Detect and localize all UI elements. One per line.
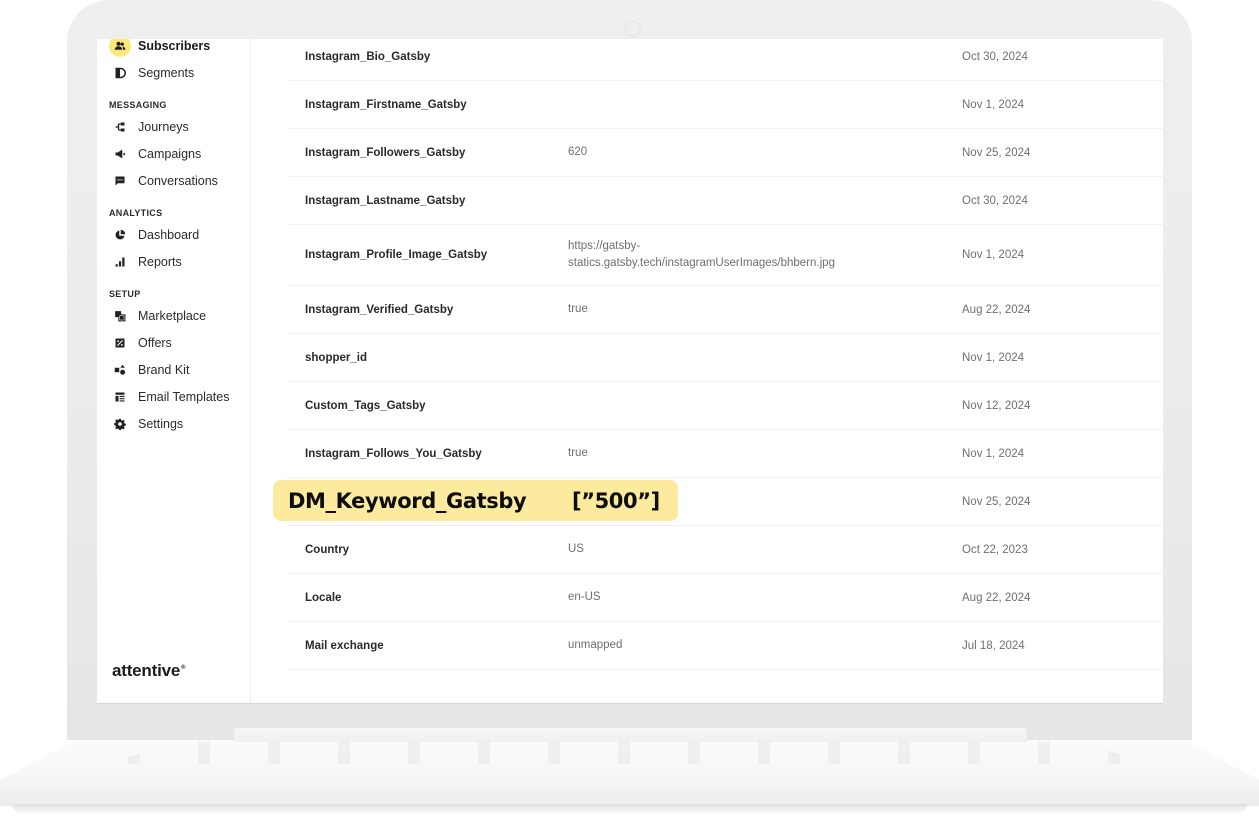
sidebar-item-label: Email Templates bbox=[138, 390, 230, 404]
sidebar-item-settings[interactable]: Settings bbox=[109, 412, 183, 436]
bar-chart-icon bbox=[109, 251, 131, 273]
property-date: Nov 1, 2024 bbox=[962, 249, 1025, 261]
table-row: Instagram_Verified_Gatsby true Aug 22, 2… bbox=[287, 286, 1163, 334]
property-name: Instagram_Verified_Gatsby bbox=[305, 303, 454, 316]
property-name: Custom_Tags_Gatsby bbox=[305, 399, 426, 412]
sidebar-item-label: Offers bbox=[138, 336, 172, 350]
sidebar-item-offers[interactable]: Offers bbox=[109, 331, 172, 355]
laptop-shadow bbox=[12, 804, 1247, 814]
property-value: US bbox=[568, 543, 584, 555]
megaphone-icon bbox=[109, 143, 131, 165]
sidebar-item-dashboard[interactable]: Dashboard bbox=[109, 223, 199, 247]
registered-mark: ® bbox=[181, 665, 186, 672]
value-line-1: https://gatsby- bbox=[568, 240, 641, 252]
property-date: Nov 25, 2024 bbox=[962, 146, 1031, 159]
property-date: Nov 12, 2024 bbox=[962, 399, 1031, 412]
property-value: [”500”] bbox=[572, 488, 660, 513]
property-name: Instagram_Profile_Image_Gatsby bbox=[305, 249, 488, 261]
highlight-callout: DM_Keyword_Gatsby [”500”] bbox=[273, 480, 678, 521]
property-date: Nov 25, 2024 bbox=[962, 495, 1031, 508]
sidebar-item-campaigns[interactable]: Campaigns bbox=[109, 142, 201, 166]
offer-percent-icon bbox=[109, 332, 131, 354]
laptop-keyboard bbox=[100, 742, 1160, 764]
table-row: Mail exchange unmapped Jul 18, 2024 bbox=[287, 622, 1163, 670]
property-value: unmapped bbox=[568, 639, 623, 651]
section-label-setup: SETUP bbox=[109, 289, 141, 299]
sidebar-item-label: Dashboard bbox=[138, 228, 200, 242]
section-label-analytics: ANALYTICS bbox=[109, 208, 163, 218]
chat-icon bbox=[109, 170, 131, 192]
section-label-messaging: MESSAGING bbox=[109, 100, 167, 110]
sidebar: Subscribers Segments MESSAGING Journeys … bbox=[97, 39, 251, 703]
property-name: Instagram_Followers_Gatsby bbox=[305, 146, 466, 159]
table-row: Country US Oct 22, 2023 bbox=[287, 526, 1163, 574]
marketplace-icon bbox=[109, 305, 131, 327]
sidebar-item-brand-kit[interactable]: Brand Kit bbox=[109, 358, 189, 382]
property-name: Country bbox=[305, 543, 350, 556]
property-date: Nov 1, 2024 bbox=[962, 351, 1025, 364]
sidebar-item-label: Subscribers bbox=[138, 39, 211, 53]
table-row: Instagram_Profile_Image_Gatsby https://g… bbox=[287, 225, 1163, 286]
table-row-highlighted: DM_Keyword_Gatsby [”500”] Nov 25, 2024 bbox=[273, 478, 1163, 526]
sidebar-item-conversations[interactable]: Conversations bbox=[109, 169, 218, 193]
table-row: Instagram_Firstname_Gatsby Nov 1, 2024 bbox=[287, 81, 1163, 129]
sidebar-item-marketplace[interactable]: Marketplace bbox=[109, 304, 206, 328]
property-value: true bbox=[568, 447, 588, 459]
sidebar-item-label: Segments bbox=[138, 66, 195, 80]
property-date: Nov 1, 2024 bbox=[962, 447, 1025, 460]
property-name: DM_Keyword_Gatsby bbox=[288, 488, 527, 513]
journeys-icon bbox=[109, 116, 131, 138]
pie-chart-icon bbox=[109, 224, 131, 246]
sidebar-item-journeys[interactable]: Journeys bbox=[109, 115, 189, 139]
sidebar-item-subscribers[interactable]: Subscribers bbox=[109, 39, 210, 58]
property-name: Mail exchange bbox=[305, 639, 384, 652]
app-screen: Subscribers Segments MESSAGING Journeys … bbox=[97, 39, 1163, 704]
users-icon bbox=[109, 39, 131, 57]
property-date: Oct 30, 2024 bbox=[962, 50, 1028, 63]
table-row: Instagram_Followers_Gatsby 620 Nov 25, 2… bbox=[287, 129, 1163, 177]
property-value: en-US bbox=[568, 591, 601, 603]
sidebar-item-email-templates[interactable]: Email Templates bbox=[109, 385, 229, 409]
laptop-hinge bbox=[234, 728, 1027, 742]
sidebar-item-label: Reports bbox=[138, 255, 182, 269]
property-name: Instagram_Follows_You_Gatsby bbox=[305, 447, 482, 460]
property-name: Locale bbox=[305, 591, 342, 604]
sidebar-item-label: Journeys bbox=[138, 120, 189, 134]
logo-text: attentive bbox=[112, 661, 181, 680]
sidebar-item-label: Settings bbox=[138, 417, 184, 431]
sidebar-item-label: Conversations bbox=[138, 174, 218, 188]
sidebar-item-segments[interactable]: Segments bbox=[109, 61, 194, 85]
segments-icon bbox=[109, 62, 131, 84]
sidebar-item-reports[interactable]: Reports bbox=[109, 250, 182, 274]
property-name: Instagram_Bio_Gatsby bbox=[305, 50, 431, 63]
property-name: shopper_id bbox=[305, 351, 367, 364]
property-value: 620 bbox=[568, 146, 588, 158]
property-date: Aug 22, 2024 bbox=[962, 591, 1031, 604]
attentive-logo[interactable]: attentive® bbox=[112, 661, 186, 681]
table-row: Locale en-US Aug 22, 2024 bbox=[287, 574, 1163, 622]
property-date: Oct 30, 2024 bbox=[962, 194, 1028, 207]
property-date: Jul 18, 2024 bbox=[962, 639, 1025, 652]
property-date: Aug 22, 2024 bbox=[962, 303, 1031, 316]
property-name: Instagram_Firstname_Gatsby bbox=[305, 98, 467, 111]
webcam bbox=[625, 21, 641, 37]
sidebar-item-label: Campaigns bbox=[138, 147, 202, 161]
property-value-link[interactable]: https://gatsby- statics.gatsby.tech/inst… bbox=[568, 238, 898, 272]
sidebar-item-label: Marketplace bbox=[138, 309, 207, 323]
property-date: Nov 1, 2024 bbox=[962, 98, 1025, 111]
brand-kit-icon bbox=[109, 359, 131, 381]
email-template-icon bbox=[109, 386, 131, 408]
table-row: Instagram_Follows_You_Gatsby true Nov 1,… bbox=[287, 430, 1163, 478]
value-line-2: statics.gatsby.tech/instagramUserImages/… bbox=[568, 257, 835, 269]
table-row: shopper_id Nov 1, 2024 bbox=[287, 334, 1163, 382]
property-name: Instagram_Lastname_Gatsby bbox=[305, 194, 466, 207]
property-date: Oct 22, 2023 bbox=[962, 543, 1028, 556]
table-row: Instagram_Bio_Gatsby Oct 30, 2024 bbox=[287, 39, 1163, 81]
gear-icon bbox=[109, 413, 131, 435]
property-value: true bbox=[568, 303, 588, 315]
table-row: Instagram_Lastname_Gatsby Oct 30, 2024 bbox=[287, 177, 1163, 225]
subscriber-properties-table: Instagram_Bio_Gatsby Oct 30, 2024 Instag… bbox=[273, 39, 1163, 670]
table-row: Custom_Tags_Gatsby Nov 12, 2024 bbox=[287, 382, 1163, 430]
sidebar-item-label: Brand Kit bbox=[138, 363, 190, 377]
